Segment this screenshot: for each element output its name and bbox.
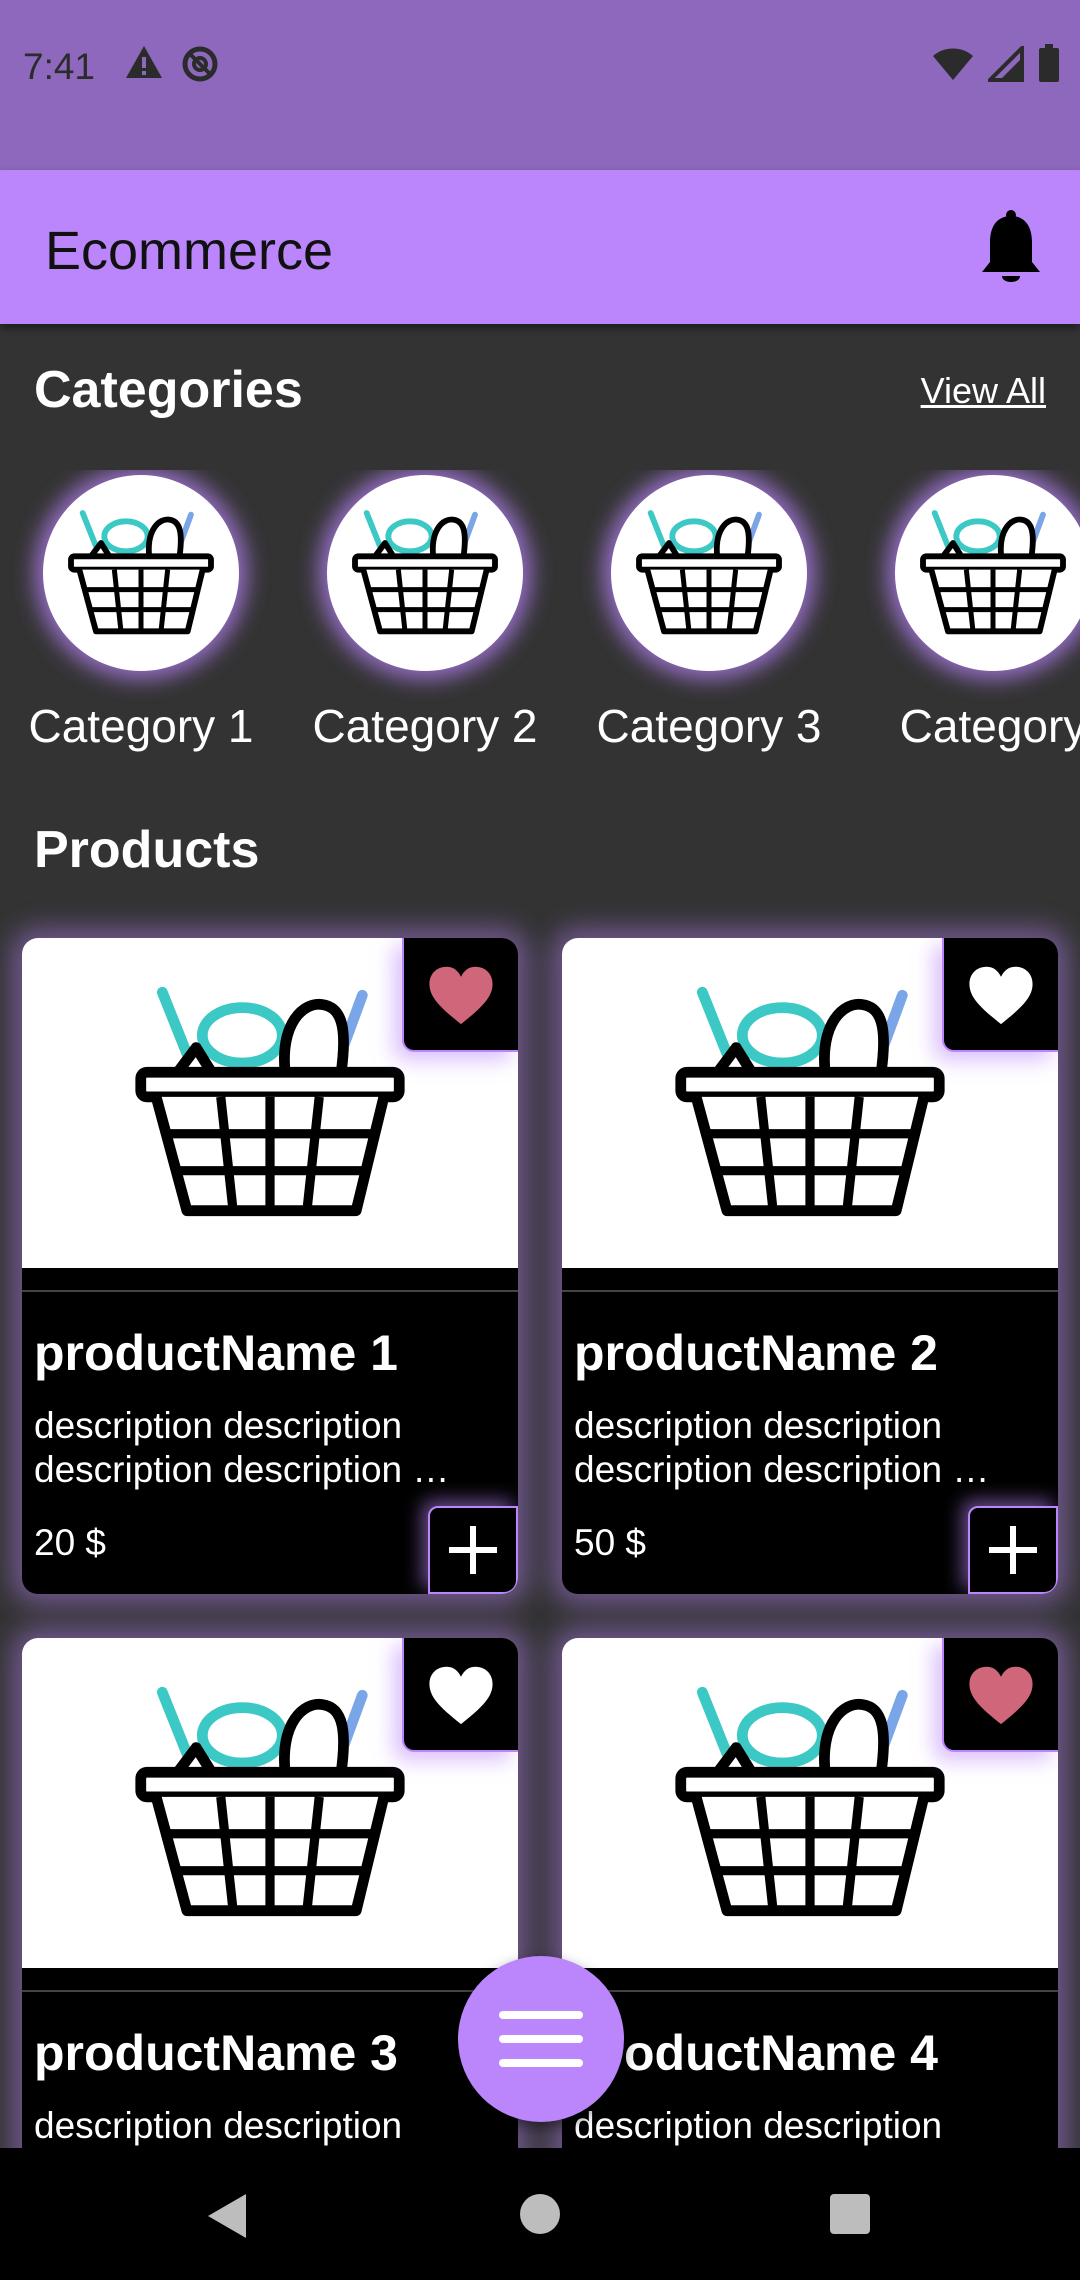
view-all-link[interactable]: View All [921,370,1046,412]
basket-icon [66,508,216,638]
category-image [327,475,523,671]
category-item[interactable]: Category 3 [574,470,844,753]
categories-title: Categories [34,361,303,419]
heart-icon [969,1666,1033,1725]
category-item[interactable]: Category 1 [6,470,276,753]
add-to-cart-button[interactable] [968,1506,1058,1594]
product-card[interactable]: productName 1 description description de… [22,938,518,1594]
product-name: productName 1 [34,1325,398,1381]
product-name: productName 2 [574,1325,938,1381]
product-card[interactable]: productName 2 description description de… [562,938,1058,1594]
notification-button[interactable] [976,210,1046,295]
product-description: description description [34,2104,474,2148]
favorite-button[interactable] [942,1638,1058,1752]
product-description-line: description description [574,2105,943,2146]
product-description-line: description description … [34,1449,450,1490]
plus-icon [989,1526,1037,1574]
divider [562,1290,1058,1292]
product-description-line: description description … [574,1449,990,1490]
category-label: Category 2 [312,700,538,752]
recents-button[interactable] [828,2192,872,2241]
heart-icon [969,966,1033,1025]
warning-icon [126,46,162,78]
heart-icon [429,966,493,1025]
product-name: productName 3 [34,2025,398,2081]
favorite-button[interactable] [402,1638,518,1752]
wifi-icon [933,48,973,80]
category-image [895,475,1080,671]
home-icon [520,2194,560,2234]
category-image [43,475,239,671]
category-list[interactable]: Category 1 Category 2 Category 3 Categor… [0,470,1080,760]
signal-icon [988,46,1024,82]
battery-icon [1039,44,1059,82]
status-right-icons [932,44,1060,82]
product-description: description description description desc… [34,1404,474,1492]
product-description-line: description description [574,1405,943,1446]
product-description: description description description desc… [574,1404,1014,1492]
basket-icon [350,508,500,638]
plus-icon [449,1526,497,1574]
recents-icon [830,2194,870,2234]
favorite-button[interactable] [402,938,518,1052]
status-left-icons [124,44,220,84]
back-icon [208,2194,246,2238]
category-label: Category [899,700,1080,752]
status-bar: 7:41 [0,0,1080,170]
product-name: productName 4 [574,2025,938,2081]
back-button[interactable] [204,2192,250,2245]
product-price: 50 $ [574,1522,647,1563]
basket-icon [634,508,784,638]
app-title: Ecommerce [45,221,334,281]
category-label: Category 3 [596,700,822,752]
heart-icon [429,1666,493,1725]
category-image [611,475,807,671]
menu-fab[interactable] [458,1956,624,2122]
app-bar: Ecommerce [0,170,1080,324]
do-not-disturb-icon [182,46,218,82]
status-time: 7:41 [23,46,96,87]
home-button[interactable] [518,2192,562,2241]
basket-icon [918,508,1068,638]
add-to-cart-button[interactable] [428,1506,518,1594]
divider [562,1990,1058,1992]
divider [22,1290,518,1292]
product-description: description description [574,2104,1014,2148]
favorite-button[interactable] [942,938,1058,1052]
divider [22,1990,518,1992]
bell-icon [982,210,1040,282]
category-item[interactable]: Category 2 [290,470,560,753]
category-label: Category 1 [28,700,254,752]
category-item[interactable]: Category [858,470,1080,753]
product-description-line: description description [34,1405,403,1446]
product-description-line: description description [34,2105,403,2146]
navigation-bar [0,2148,1080,2280]
menu-icon [499,2011,583,2067]
products-title: Products [34,821,260,879]
product-price: 20 $ [34,1522,107,1563]
